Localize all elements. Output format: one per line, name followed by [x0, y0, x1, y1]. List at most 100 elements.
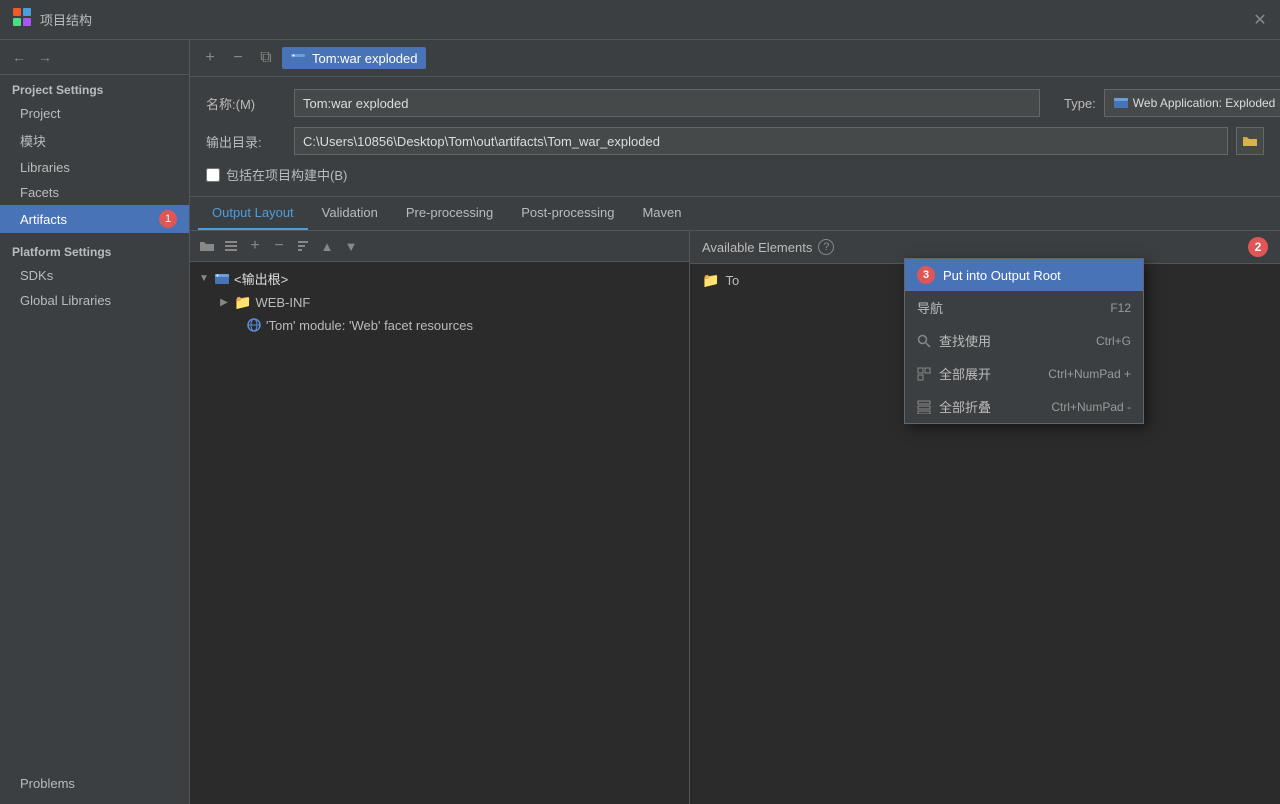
- name-label: 名称:(M): [206, 94, 286, 113]
- context-shortcut: Ctrl+NumPad -: [1051, 400, 1131, 414]
- context-menu-label: 全部展开: [939, 364, 991, 383]
- copy-artifact-button[interactable]: ⧉: [254, 46, 278, 70]
- artifact-toolbar: + − ⧉ Tom:war exploded: [190, 40, 1280, 77]
- tree-root-item[interactable]: ▼ <输出根>: [190, 266, 689, 291]
- sidebar-nav: ← →: [0, 40, 189, 75]
- sidebar-item-label: Libraries: [20, 160, 70, 175]
- artifact-type-icon: [290, 50, 306, 66]
- context-menu: 3 Put into Output Root 导航 F12 查找使用 Ctrl+…: [904, 258, 1144, 424]
- tree-panel: + − ▲ ▼ ▼: [190, 231, 690, 804]
- sidebar-item-project[interactable]: Project: [0, 101, 189, 126]
- sidebar-item-problems[interactable]: Problems: [0, 771, 189, 796]
- context-menu-label: 全部折叠: [939, 397, 991, 416]
- app-icon: [12, 7, 32, 32]
- sidebar-item-label: Artifacts: [20, 212, 67, 227]
- collapse-all-icon: [917, 400, 931, 414]
- close-button[interactable]: ✕: [1252, 12, 1268, 28]
- forward-button[interactable]: →: [34, 46, 56, 68]
- sidebar-item-label: 模块: [20, 131, 46, 150]
- remove-artifact-button[interactable]: −: [226, 46, 250, 70]
- title-left: 项目结构: [12, 7, 92, 32]
- resource-icon: [246, 317, 262, 333]
- tree-toolbar: + − ▲ ▼: [190, 231, 689, 262]
- tree-list-button[interactable]: [220, 235, 242, 257]
- context-menu-item-collapse-all[interactable]: 全部折叠 Ctrl+NumPad -: [905, 390, 1143, 423]
- type-select[interactable]: Web Application: Exploded ▼: [1104, 89, 1280, 117]
- tree-resource-label: 'Tom' module: 'Web' facet resources: [266, 318, 473, 333]
- window-title: 项目结构: [40, 10, 92, 29]
- name-input[interactable]: [294, 89, 1040, 117]
- search-icon: [917, 334, 931, 348]
- selected-artifact[interactable]: Tom:war exploded: [282, 47, 426, 69]
- available-badge: 2: [1248, 237, 1268, 257]
- context-menu-label: 查找使用: [939, 331, 991, 350]
- sidebar-item-global-libraries[interactable]: Global Libraries: [0, 288, 189, 313]
- form-area: 名称:(M) Type: Web Application: Exploded ▼: [190, 77, 1280, 197]
- include-in-build-checkbox[interactable]: [206, 168, 220, 182]
- context-shortcut: Ctrl+G: [1096, 334, 1131, 348]
- root-expand-arrow: ▼: [198, 273, 210, 285]
- sidebar-item-label: Facets: [20, 185, 59, 200]
- root-icon: [214, 271, 230, 287]
- webinf-expand-arrow: ▶: [218, 297, 230, 309]
- menu-badge-3: 3: [917, 266, 935, 284]
- tree-folder-button[interactable]: [196, 235, 218, 257]
- tree-down-button[interactable]: ▼: [340, 235, 362, 257]
- context-menu-item-put-into-output-root[interactable]: 3 Put into Output Root: [905, 259, 1143, 291]
- tree-remove-button[interactable]: −: [268, 235, 290, 257]
- right-item-label: To: [725, 273, 739, 288]
- sidebar-item-artifacts[interactable]: Artifacts 1: [0, 205, 189, 233]
- sidebar-item-label: SDKs: [20, 268, 53, 283]
- back-button[interactable]: ←: [8, 46, 30, 68]
- tab-maven[interactable]: Maven: [628, 197, 695, 230]
- sidebar-item-facets[interactable]: Facets: [0, 180, 189, 205]
- sidebar-item-libraries[interactable]: Libraries: [0, 155, 189, 180]
- context-menu-item-find-usages[interactable]: 查找使用 Ctrl+G: [905, 324, 1143, 357]
- checkbox-row: 包括在项目构建中(B): [206, 165, 1264, 184]
- name-row: 名称:(M) Type: Web Application: Exploded ▼: [206, 89, 1264, 117]
- tree-resource-item[interactable]: 'Tom' module: 'Web' facet resources: [190, 314, 689, 336]
- context-menu-label: Put into Output Root: [943, 268, 1061, 283]
- artifacts-badge: 1: [159, 210, 177, 228]
- sidebar-item-label: Problems: [20, 776, 75, 791]
- artifact-name: Tom:war exploded: [312, 51, 418, 66]
- tree-webinf-label: WEB-INF: [255, 295, 310, 310]
- platform-settings-title: Platform Settings: [0, 233, 189, 263]
- title-bar: 项目结构 ✕: [0, 0, 1280, 40]
- tree-webinf-item[interactable]: ▶ 📁 WEB-INF: [190, 291, 689, 314]
- add-artifact-button[interactable]: +: [198, 46, 222, 70]
- tab-post-processing[interactable]: Post-processing: [507, 197, 628, 230]
- type-icon: [1113, 95, 1129, 111]
- output-label: 输出目录:: [206, 132, 286, 151]
- tree-add-button[interactable]: +: [244, 235, 266, 257]
- tab-output-layout[interactable]: Output Layout: [198, 197, 308, 230]
- help-button[interactable]: ?: [818, 239, 834, 255]
- context-shortcut: Ctrl+NumPad +: [1048, 367, 1131, 381]
- context-menu-label: 导航: [917, 298, 943, 317]
- output-row: 输出目录:: [206, 127, 1264, 155]
- sort-icon: [296, 239, 310, 253]
- available-title: Available Elements: [702, 240, 812, 255]
- folder-add-icon: [199, 239, 215, 253]
- list-icon: [224, 239, 238, 253]
- tab-pre-processing[interactable]: Pre-processing: [392, 197, 507, 230]
- tree-up-button[interactable]: ▲: [316, 235, 338, 257]
- tree-sort-button[interactable]: [292, 235, 314, 257]
- browse-folder-button[interactable]: [1236, 127, 1264, 155]
- sidebar-item-modules[interactable]: 模块: [0, 126, 189, 155]
- type-label: Type:: [1064, 96, 1096, 111]
- checkbox-label: 包括在项目构建中(B): [226, 165, 347, 184]
- tree-root-label: <输出根>: [234, 269, 288, 288]
- expand-all-icon: [917, 367, 931, 381]
- folder-icon: [1242, 134, 1258, 148]
- project-settings-title: Project Settings: [0, 75, 189, 101]
- tab-validation[interactable]: Validation: [308, 197, 392, 230]
- context-shortcut: F12: [1110, 301, 1131, 315]
- sidebar-item-label: Project: [20, 106, 60, 121]
- output-path-input[interactable]: [294, 127, 1228, 155]
- sidebar-item-sdks[interactable]: SDKs: [0, 263, 189, 288]
- sidebar: ← → Project Settings Project 模块 Librarie…: [0, 40, 190, 804]
- context-menu-item-navigate[interactable]: 导航 F12: [905, 291, 1143, 324]
- sidebar-item-label: Global Libraries: [20, 293, 111, 308]
- context-menu-item-expand-all[interactable]: 全部展开 Ctrl+NumPad +: [905, 357, 1143, 390]
